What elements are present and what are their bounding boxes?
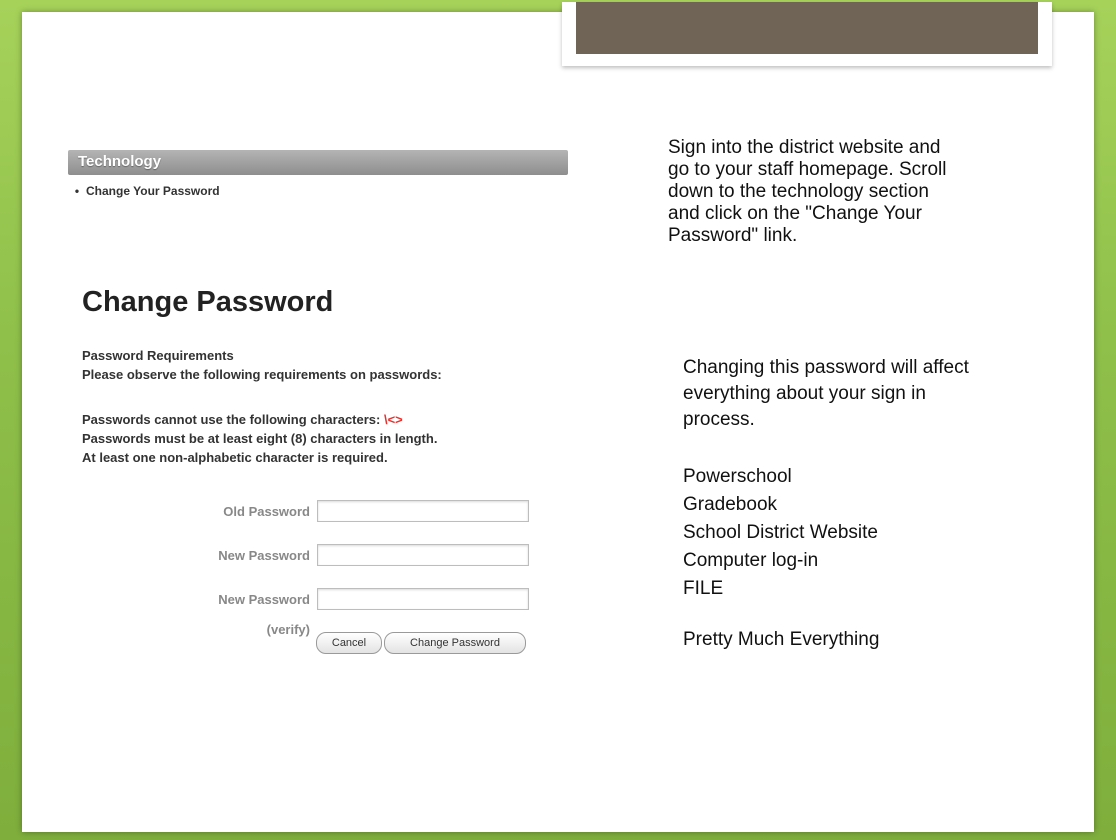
change-password-button[interactable]: Change Password: [384, 632, 526, 654]
instruction-line: go to your staff homepage. Scroll: [668, 159, 947, 180]
new-password-input[interactable]: [317, 544, 529, 566]
rule-forbidden-text: Passwords cannot use the following chara…: [82, 412, 384, 427]
effect-line: Changing this password will affect: [683, 357, 969, 378]
rule-non-alphabetic: At least one non-alphabetic character is…: [82, 450, 388, 465]
verify-password-label: New Password: [218, 592, 310, 607]
old-password-label: Old Password: [223, 504, 310, 519]
instruction-note: Sign into the district website and go to…: [668, 137, 946, 247]
technology-section-header: Technology: [68, 150, 568, 175]
forbidden-characters: \<>: [383, 412, 403, 427]
rule-length: Passwords must be at least eight (8) cha…: [82, 431, 438, 446]
new-password-label: New Password: [218, 548, 310, 563]
requirements-heading: Password Requirements: [82, 348, 234, 363]
instruction-line: Password" link.: [668, 225, 798, 246]
list-item: School District Website: [683, 522, 878, 543]
list-item: Computer log-in: [683, 550, 819, 571]
effect-note: Changing this password will affect every…: [683, 355, 969, 433]
cancel-button[interactable]: Cancel: [316, 632, 382, 654]
effect-line: process.: [683, 409, 755, 430]
list-item: FILE: [683, 578, 724, 599]
title-tab-fill: [576, 2, 1038, 54]
summary-note: Pretty Much Everything: [683, 629, 880, 650]
instruction-line: down to the technology section: [668, 181, 929, 202]
instruction-line: Sign into the district website and: [668, 137, 941, 158]
requirements-intro: Please observe the following requirement…: [82, 367, 442, 382]
verify-password-sublabel: (verify): [266, 622, 310, 637]
rule-forbidden-characters: Passwords cannot use the following chara…: [82, 412, 403, 427]
change-your-password-link[interactable]: • Change Your Password: [68, 184, 220, 198]
technology-header-label: Technology: [78, 153, 162, 170]
verify-password-input[interactable]: [317, 588, 529, 610]
list-item: Powerschool: [683, 466, 792, 487]
effect-line: everything about your sign in: [683, 383, 926, 404]
bullet-icon: •: [74, 184, 80, 198]
page-title: Change Password: [82, 286, 334, 318]
affected-systems-list: Powerschool Gradebook School District We…: [683, 463, 878, 603]
list-item: Gradebook: [683, 494, 778, 515]
title-tab-decoration: [562, 2, 1052, 66]
old-password-input[interactable]: [317, 500, 529, 522]
instruction-line: and click on the "Change Your: [668, 203, 922, 224]
change-your-password-link-label: Change Your Password: [86, 184, 220, 198]
